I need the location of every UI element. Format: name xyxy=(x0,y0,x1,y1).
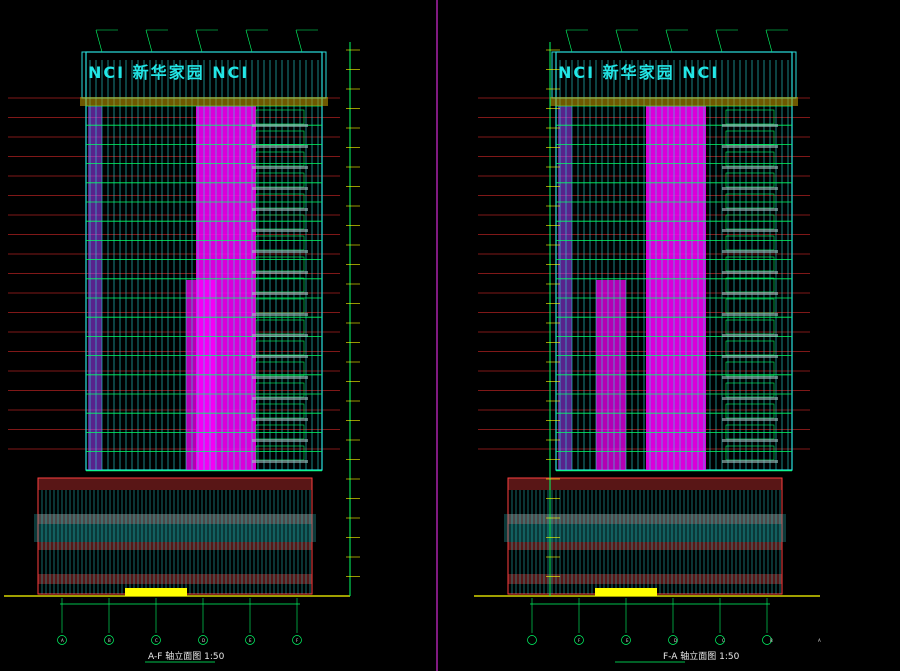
podium-glass-band xyxy=(34,514,316,542)
brick-band xyxy=(38,574,312,584)
axis-label: B xyxy=(770,638,773,643)
brick-band xyxy=(508,574,782,584)
window-sill xyxy=(722,439,778,442)
window-sill xyxy=(252,376,308,379)
axis-label: B xyxy=(108,638,111,643)
window-sill xyxy=(722,418,778,421)
window-sill xyxy=(722,355,778,358)
window-sill xyxy=(252,271,308,274)
axis-label: D xyxy=(202,638,205,643)
window-sill xyxy=(252,208,308,211)
window-sill xyxy=(722,376,778,379)
window-sill xyxy=(252,145,308,148)
window-sill xyxy=(722,145,778,148)
axis-label: C xyxy=(155,638,158,643)
entrance-canopy xyxy=(595,588,657,596)
brick-band xyxy=(38,478,312,490)
axis-label: A xyxy=(61,638,64,643)
window-sill xyxy=(252,292,308,295)
brick-band xyxy=(508,478,782,490)
sign-text-left: NCI 新华家园 NCI xyxy=(88,63,249,82)
window-sill xyxy=(722,334,778,337)
window-sill xyxy=(722,397,778,400)
sign-text-right: NCI 新华家园 NCI xyxy=(558,63,719,82)
axis-label: D xyxy=(674,638,677,643)
cad-drawing-canvas: NCI 新华家园 NCI NCI 新华家园 NCI A-F 轴立面图 1:50 … xyxy=(0,0,900,671)
window-sill xyxy=(252,460,308,463)
window-sill xyxy=(722,187,778,190)
window-sill xyxy=(252,124,308,127)
window-sill xyxy=(252,250,308,253)
crown-band xyxy=(80,97,328,106)
window-sill xyxy=(722,271,778,274)
window-sill xyxy=(722,460,778,463)
window-sill xyxy=(722,292,778,295)
window-sill xyxy=(722,250,778,253)
brick-band xyxy=(508,542,782,550)
window-sill xyxy=(252,439,308,442)
window-sill xyxy=(252,166,308,169)
entrance-canopy xyxy=(125,588,187,596)
window-sill xyxy=(252,313,308,316)
window-sill xyxy=(252,355,308,358)
drawing-caption-right: F-A 轴立面图 1:50 xyxy=(663,650,740,662)
window-sill xyxy=(252,334,308,337)
window-sill xyxy=(722,166,778,169)
window-sill xyxy=(252,397,308,400)
window-sill xyxy=(722,124,778,127)
window-sill xyxy=(722,208,778,211)
axis-label: C xyxy=(722,638,725,643)
window-sill xyxy=(252,229,308,232)
window-sill xyxy=(252,187,308,190)
crown-band xyxy=(550,97,798,106)
window-sill xyxy=(722,313,778,316)
window-sill xyxy=(252,418,308,421)
window-sill xyxy=(722,229,778,232)
brick-band xyxy=(38,542,312,550)
curtain-wall-band xyxy=(646,106,706,470)
axis-label: A xyxy=(818,638,821,643)
drawing-caption-left: A-F 轴立面图 1:50 xyxy=(148,650,225,662)
